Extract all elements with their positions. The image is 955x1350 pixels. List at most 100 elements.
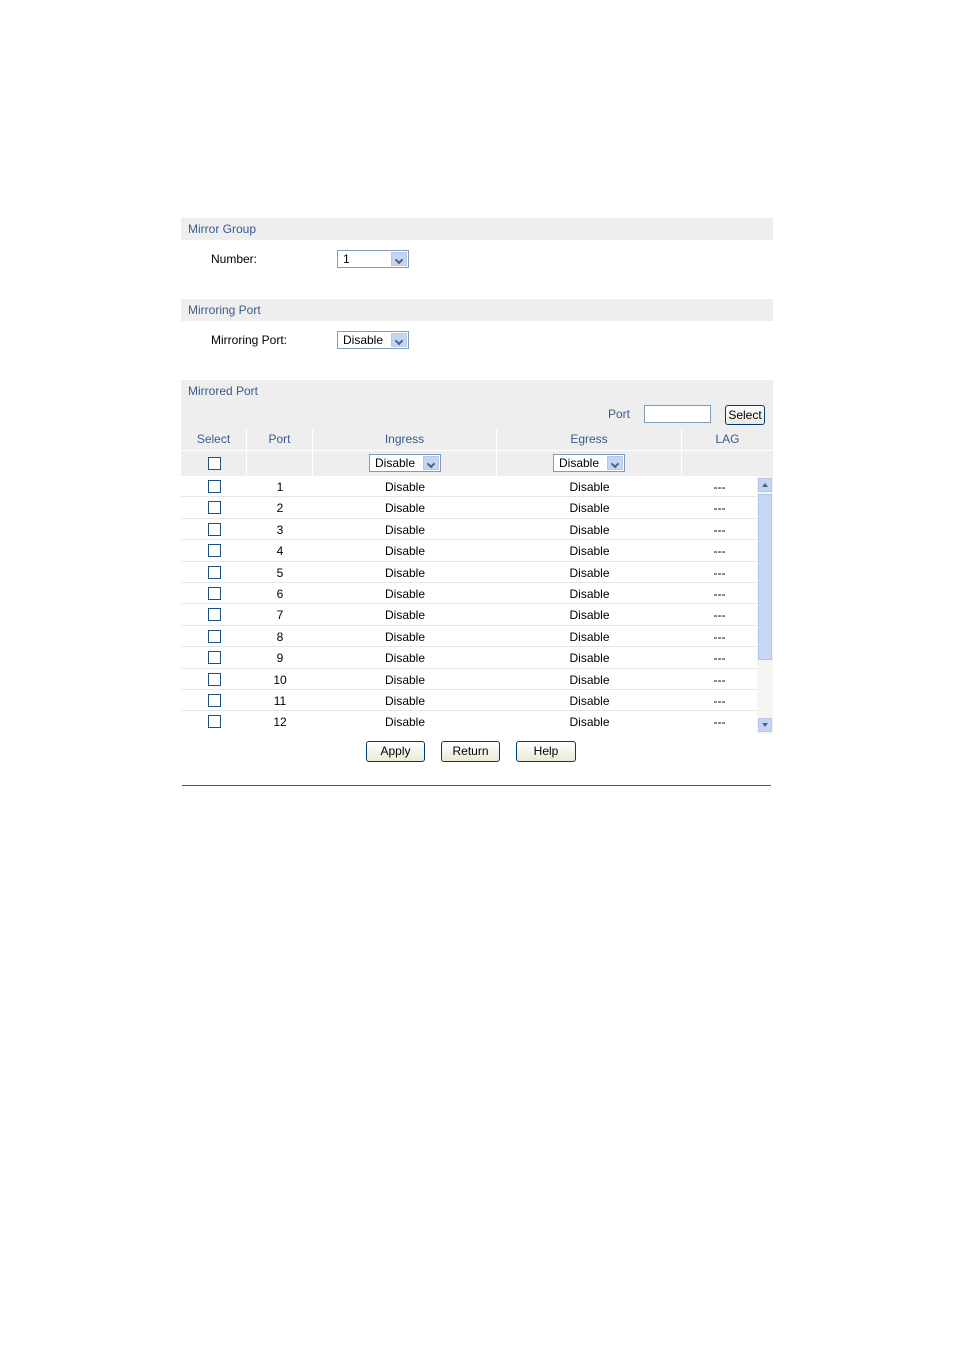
chevron-down-icon [762, 723, 768, 727]
chevron-down-icon[interactable] [391, 252, 407, 266]
mirror-group-header: Mirror Group [181, 218, 773, 240]
table-row: 2 Disable Disable --- [181, 497, 757, 519]
mirrored-port-header: Mirrored Port [181, 380, 773, 402]
lag-cell: --- [713, 522, 726, 537]
ingress-cell: Disable [384, 608, 426, 623]
ingress-all-select[interactable]: Disable [369, 454, 441, 472]
bulk-egress-cell: Disable [497, 451, 682, 476]
number-select[interactable]: 1 [337, 250, 409, 268]
ingress-cell: Disable [384, 586, 426, 601]
row-select-checkbox[interactable] [208, 522, 221, 536]
scroll-up-button[interactable] [758, 478, 772, 492]
port-cell: 2 [276, 501, 284, 516]
bulk-select-cell [181, 451, 247, 476]
table-row: 8 Disable Disable --- [181, 626, 757, 648]
mirroring-port-select[interactable]: Disable [337, 331, 409, 349]
egress-cell: Disable [569, 501, 610, 516]
table-row: 10 Disable Disable --- [181, 669, 757, 690]
mirroring-port-header: Mirroring Port [181, 299, 773, 321]
ingress-cell: Disable [384, 501, 426, 516]
port-cell: 5 [276, 565, 284, 580]
egress-all-select[interactable]: Disable [553, 454, 625, 472]
table-row: 9 Disable Disable --- [181, 647, 757, 669]
port-cell: 11 [273, 693, 287, 708]
lag-cell: --- [713, 544, 726, 559]
port-cell: 12 [273, 715, 287, 730]
row-select-checkbox[interactable] [208, 693, 221, 707]
egress-cell: Disable [569, 651, 610, 666]
row-select-checkbox[interactable] [208, 501, 221, 515]
egress-cell: Disable [569, 715, 610, 730]
col-header-ingress: Ingress [313, 429, 497, 450]
egress-cell: Disable [569, 693, 610, 708]
row-select-checkbox[interactable] [208, 544, 221, 558]
ingress-cell: Disable [384, 522, 426, 537]
egress-cell: Disable [569, 544, 610, 559]
number-label: Number: [211, 252, 258, 266]
egress-cell: Disable [569, 565, 610, 580]
lag-cell: --- [713, 480, 726, 494]
mirrored-port-table: 1 Disable Disable --- 2 Disable Disable … [181, 476, 757, 733]
port-cell: 8 [276, 629, 284, 644]
egress-cell: Disable [569, 672, 610, 687]
mirroring-port-label: Mirroring Port: [211, 333, 288, 347]
port-search-label: Port [608, 407, 631, 421]
table-row: 11 Disable Disable --- [181, 690, 757, 712]
ingress-all-value: Disable [375, 456, 416, 470]
port-search-input[interactable] [644, 405, 711, 423]
return-button[interactable]: Return [441, 741, 500, 762]
lag-cell: --- [713, 608, 726, 623]
select-button[interactable]: Select [725, 405, 765, 425]
row-select-checkbox[interactable] [208, 608, 221, 622]
ingress-cell: Disable [384, 715, 426, 730]
scroll-thumb[interactable] [758, 494, 772, 660]
lag-cell: --- [713, 629, 726, 644]
lag-cell: --- [713, 693, 726, 708]
row-select-checkbox[interactable] [208, 651, 221, 665]
port-cell: 1 [276, 480, 284, 494]
row-select-checkbox[interactable] [208, 629, 221, 643]
table-row: 4 Disable Disable --- [181, 540, 757, 562]
ingress-cell: Disable [384, 480, 426, 494]
table-row: 6 Disable Disable --- [181, 583, 757, 605]
egress-cell: Disable [569, 522, 610, 537]
chevron-down-icon[interactable] [423, 456, 439, 470]
ingress-cell: Disable [384, 672, 426, 687]
egress-cell: Disable [569, 480, 610, 494]
ingress-cell: Disable [384, 629, 426, 644]
egress-all-value: Disable [559, 456, 600, 470]
bulk-lag-cell [682, 451, 773, 476]
lag-cell: --- [713, 651, 726, 666]
number-select-value: 1 [343, 252, 350, 266]
port-cell: 9 [276, 651, 284, 666]
port-cell: 10 [273, 672, 287, 687]
table-row: 1 Disable Disable --- [181, 476, 757, 498]
mirroring-port-select-value: Disable [343, 333, 384, 347]
egress-cell: Disable [569, 586, 610, 601]
chevron-down-icon[interactable] [607, 456, 623, 470]
row-select-checkbox[interactable] [208, 715, 221, 729]
egress-cell: Disable [569, 629, 610, 644]
row-select-checkbox[interactable] [208, 672, 221, 686]
col-header-select: Select [181, 429, 247, 450]
chevron-down-icon[interactable] [391, 333, 407, 347]
lag-cell: --- [713, 715, 726, 730]
scroll-down-button[interactable] [758, 718, 772, 732]
bulk-port-cell [247, 451, 313, 476]
col-header-egress: Egress [497, 429, 682, 450]
port-cell: 4 [276, 544, 284, 559]
select-all-checkbox[interactable] [208, 457, 221, 470]
port-cell: 6 [276, 586, 284, 601]
table-scrollbar[interactable] [757, 476, 773, 734]
table-row: 7 Disable Disable --- [181, 604, 757, 626]
row-select-checkbox[interactable] [208, 565, 221, 579]
bulk-ingress-cell: Disable [313, 451, 497, 476]
col-header-port: Port [247, 429, 313, 450]
row-select-checkbox[interactable] [208, 480, 221, 493]
lag-cell: --- [713, 501, 726, 516]
apply-button[interactable]: Apply [366, 741, 425, 762]
lag-cell: --- [713, 586, 726, 601]
row-select-checkbox[interactable] [208, 586, 221, 600]
table-row: 5 Disable Disable --- [181, 562, 757, 583]
help-button[interactable]: Help [516, 741, 576, 762]
